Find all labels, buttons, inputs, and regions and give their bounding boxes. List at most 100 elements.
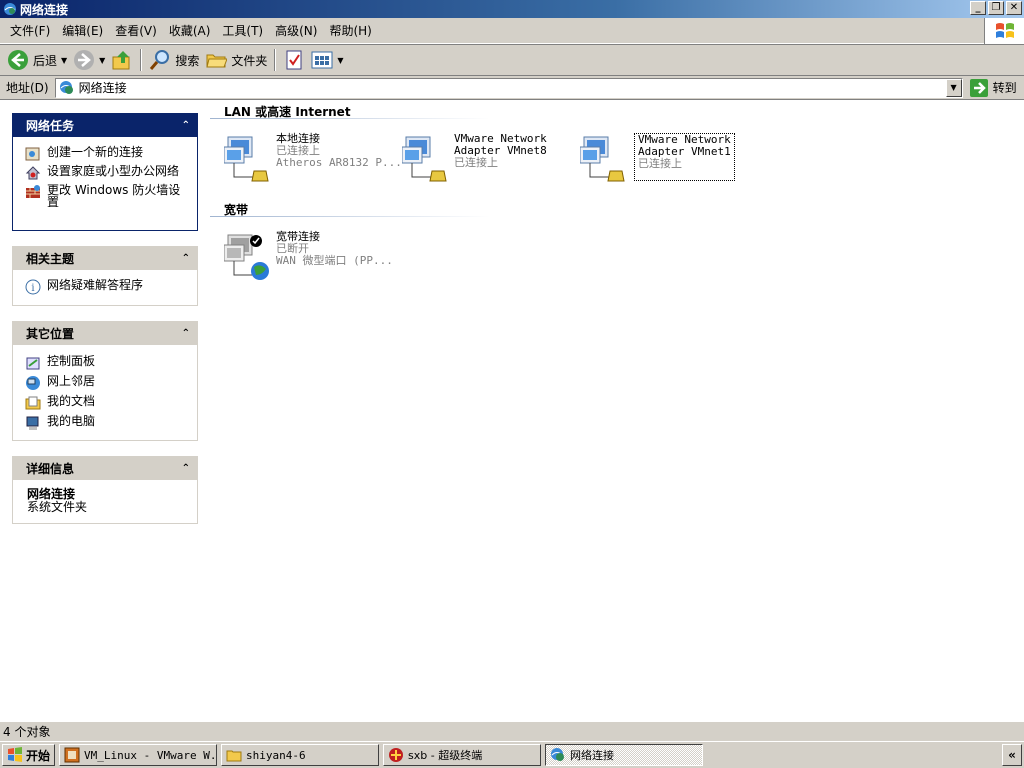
- menu-bar: 文件(F) 编辑(E) 查看(V) 收藏(A) 工具(T) 高级(N) 帮助(H…: [0, 18, 1024, 44]
- my-documents-icon: [25, 396, 41, 410]
- folders-label: 文件夹: [231, 53, 268, 68]
- collapse-icon[interactable]: ⌃: [182, 328, 190, 339]
- status-bar: 4 个对象: [0, 721, 1024, 741]
- views-icon: [311, 51, 333, 69]
- back-label: 后退: [33, 53, 58, 68]
- network-places-link[interactable]: 网上邻居: [25, 375, 189, 391]
- up-folder-icon: [112, 51, 130, 70]
- restore-button[interactable]: ❐: [988, 1, 1004, 15]
- minimize-button[interactable]: _: [970, 1, 986, 15]
- forward-button[interactable]: ▼: [70, 47, 108, 73]
- collapse-icon[interactable]: ⌃: [182, 463, 190, 474]
- network-tasks-body: 创建一个新的连接 设置家庭或小型办公网络 更改 Windows 防火墙设置: [12, 137, 198, 231]
- window-title: 网络连接: [20, 2, 69, 17]
- my-computer-icon: [26, 416, 39, 430]
- connection-broadband[interactable]: 宽带连接 已断开 WAN 微型端口 (PP...: [223, 231, 393, 280]
- connection-status: 已连接上: [454, 156, 498, 169]
- lan-group-divider: [210, 118, 490, 119]
- taskbar-button-hyperterminal[interactable]: sxb - 超级终端: [383, 744, 542, 766]
- address-dropdown-icon[interactable]: ▼: [945, 78, 962, 97]
- windows-flag-icon: [8, 747, 22, 762]
- details-title: 详细信息: [26, 461, 75, 476]
- toolbar-separator: [274, 49, 277, 71]
- hyperterminal-icon: [389, 748, 404, 762]
- vmware-icon: [64, 747, 80, 763]
- forward-dropdown-icon[interactable]: ▼: [99, 56, 105, 65]
- checklist-icon: [286, 50, 302, 70]
- menu-file[interactable]: 文件(F): [4, 22, 56, 39]
- collapse-icon[interactable]: ⌃: [182, 253, 190, 264]
- related-topics-title: 相关主题: [26, 251, 75, 266]
- folder-icon: [226, 750, 242, 762]
- broadband-connection-icon: [223, 231, 274, 280]
- tray-expand-button[interactable]: «: [1002, 744, 1022, 766]
- search-button[interactable]: 搜索: [146, 47, 202, 73]
- search-label: 搜索: [175, 53, 200, 68]
- connection-vmnet1[interactable]: VMware Network Adapter VMnet1 已连接上: [579, 133, 735, 182]
- up-folder-button[interactable]: [108, 47, 136, 73]
- taskbar-button-shiyan[interactable]: shiyan4-6: [221, 744, 380, 766]
- troubleshooter-link[interactable]: i 网络疑难解答程序: [25, 279, 189, 295]
- related-topics-body: i 网络疑难解答程序: [12, 270, 198, 306]
- lan-connection-icon: [223, 133, 274, 182]
- views-button[interactable]: ▼: [308, 47, 346, 73]
- lan-connection-icon: [401, 133, 452, 182]
- details-body: 网络连接 系统文件夹: [12, 480, 198, 524]
- related-topics-header[interactable]: 相关主题 ⌃: [12, 246, 198, 270]
- views-dropdown-icon[interactable]: ▼: [337, 56, 343, 65]
- details-panel: 详细信息 ⌃ 网络连接 系统文件夹: [12, 456, 198, 524]
- menu-favorites[interactable]: 收藏(A): [163, 22, 217, 39]
- windows-logo-icon: [984, 18, 1024, 44]
- my-documents-link[interactable]: 我的文档: [25, 395, 189, 411]
- connection-vmnet8[interactable]: VMware Network Adapter VMnet8 已连接上: [401, 133, 547, 182]
- forward-arrow-icon: [74, 50, 95, 70]
- address-label: 地址(D): [6, 81, 49, 95]
- firewall-link[interactable]: 更改 Windows 防火墙设置: [25, 184, 189, 208]
- toolbar: 后退 ▼ ▼ 搜索 文件夹 ▼: [0, 44, 1024, 76]
- properties-button[interactable]: [280, 47, 308, 73]
- taskbar: 开始 VM_Linux - VMware W... shiyan4-6 sxb …: [0, 741, 1024, 768]
- menu-tools[interactable]: 工具(T): [216, 22, 269, 39]
- home-network-icon: [25, 166, 41, 180]
- back-button[interactable]: 后退 ▼: [4, 47, 70, 73]
- search-icon: [150, 50, 170, 70]
- other-places-body: 控制面板 网上邻居 我的文档 我的电脑: [12, 345, 198, 441]
- go-label: 转到: [992, 81, 1017, 95]
- start-button[interactable]: 开始: [2, 744, 56, 766]
- address-input[interactable]: 网络连接 ▼: [54, 77, 963, 98]
- other-places-header[interactable]: 其它位置 ⌃: [12, 321, 198, 345]
- lan-connection-icon: [579, 133, 630, 182]
- title-bar[interactable]: 网络连接 _ ❐ ✕: [0, 0, 1024, 18]
- taskbar-button-network-connections[interactable]: 网络连接: [545, 744, 704, 766]
- close-button[interactable]: ✕: [1006, 1, 1022, 15]
- selected-connection-label: VMware Network Adapter VMnet1 已连接上: [634, 133, 735, 181]
- address-bar: 地址(D) 网络连接 ▼ 转到: [0, 76, 1024, 100]
- create-connection-link[interactable]: 创建一个新的连接: [25, 146, 189, 162]
- taskbar-button-vmware[interactable]: VM_Linux - VMware W...: [59, 744, 218, 766]
- network-connections-icon: [551, 748, 565, 761]
- network-places-icon: [26, 376, 40, 390]
- back-dropdown-icon[interactable]: ▼: [61, 56, 67, 65]
- menu-view[interactable]: 查看(V): [109, 22, 163, 39]
- control-panel-icon: [26, 357, 40, 370]
- menu-advanced[interactable]: 高级(N): [269, 22, 323, 39]
- go-button[interactable]: 转到: [969, 78, 1017, 98]
- details-header[interactable]: 详细信息 ⌃: [12, 456, 198, 480]
- status-text: 4 个对象: [3, 725, 51, 739]
- folders-button[interactable]: 文件夹: [202, 47, 270, 73]
- my-computer-link[interactable]: 我的电脑: [25, 415, 189, 431]
- address-value: 网络连接: [78, 81, 127, 95]
- collapse-icon[interactable]: ⌃: [182, 120, 190, 131]
- menu-edit[interactable]: 编辑(E): [56, 22, 109, 39]
- related-topics-panel: 相关主题 ⌃ i 网络疑难解答程序: [12, 246, 198, 306]
- other-places-title: 其它位置: [26, 326, 75, 341]
- network-connections-icon: [4, 3, 16, 15]
- network-tasks-panel: 网络任务 ⌃ 创建一个新的连接 设置家庭或小型办公网络 更改 Windows 防…: [12, 113, 198, 231]
- network-connections-icon: [59, 80, 73, 94]
- menu-help[interactable]: 帮助(H): [323, 22, 377, 39]
- control-panel-link[interactable]: 控制面板: [25, 355, 189, 371]
- home-network-link[interactable]: 设置家庭或小型办公网络: [25, 165, 189, 181]
- folder-icon: [206, 54, 228, 68]
- network-tasks-header[interactable]: 网络任务 ⌃: [12, 113, 198, 137]
- connection-local[interactable]: 本地连接 已连接上 Atheros AR8132 P...: [223, 133, 402, 182]
